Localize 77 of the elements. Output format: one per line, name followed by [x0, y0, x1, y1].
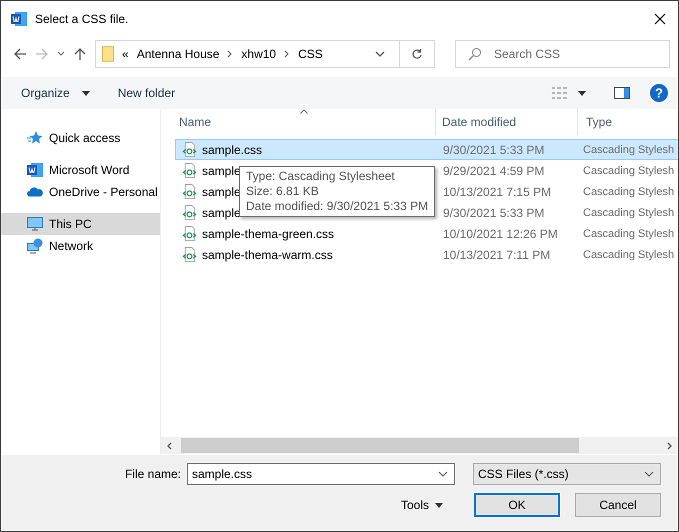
column-header[interactable]: Type: [578, 109, 678, 135]
breadcrumb-item[interactable]: Antenna House: [136, 47, 220, 61]
breadcrumb-item[interactable]: xhw10: [241, 47, 276, 61]
type-cell-text: Cascading Stylesh: [582, 248, 676, 262]
up-arrow-icon[interactable]: [73, 47, 87, 61]
date-cell-text: 10/10/2021 12:26 PM: [442, 226, 559, 242]
type-cell-text: Cascading Stylesh: [582, 184, 676, 200]
file-name-field[interactable]: sample.css: [187, 463, 455, 485]
chevron-icon: [227, 50, 234, 58]
recent-caret-icon[interactable]: [57, 51, 65, 57]
new-folder-button[interactable]: New folder: [118, 86, 176, 100]
css-file-icon: [182, 142, 197, 157]
file-type-dropdown[interactable]: CSS Files (*.css): [473, 463, 661, 485]
date-cell-text: 9/30/2021 5:33 PM: [442, 204, 546, 222]
type-cell-text: Cascading Stylesh: [582, 164, 676, 178]
date-cell-text: 10/13/2021 7:11 PM: [442, 246, 552, 264]
file-name[interactable]: sample-thema-green.css: [202, 226, 334, 240]
caret-icon[interactable]: [578, 90, 586, 96]
dropdown-caret-icon: [644, 471, 654, 477]
scroll-right-icon[interactable]: [667, 442, 673, 450]
file-name-label: File name:: [124, 467, 181, 481]
sidebar-item[interactable]: Microsoft Word: [1, 159, 160, 181]
ok-button[interactable]: OK: [474, 493, 560, 517]
scroll-left-icon[interactable]: [166, 442, 172, 450]
search-field[interactable]: Search CSS: [455, 40, 670, 68]
file-name[interactable]: sample: [202, 206, 241, 220]
css-file-icon: [182, 163, 197, 178]
sort-caret-icon: [300, 109, 308, 114]
date-cell-text: 10/13/2021 7:15 PM: [442, 184, 552, 200]
search-input[interactable]: Search CSS: [492, 46, 646, 62]
search-icon: [468, 47, 482, 61]
type-cell-text: Cascading Stylesh: [582, 206, 676, 220]
close-icon[interactable]: [654, 13, 666, 25]
word-app-icon: [11, 11, 27, 27]
column-header[interactable]: Name: [161, 109, 436, 135]
sidebar-item[interactable]: Network: [1, 235, 160, 257]
dropdown-caret-icon[interactable]: [438, 471, 448, 477]
file-name[interactable]: sample-thema-warm.css: [202, 248, 333, 262]
back-arrow-icon[interactable]: [13, 47, 27, 61]
sidebar-item[interactable]: Quick access: [1, 127, 160, 149]
preview-pane-icon[interactable]: [614, 87, 630, 99]
organize-menu[interactable]: Organize: [21, 86, 90, 100]
network-icon: [27, 238, 43, 254]
column-header[interactable]: Date modified: [436, 109, 578, 135]
caret-icon: [435, 502, 443, 508]
word-icon: [27, 162, 43, 178]
date-cell-text: 9/30/2021 5:33 PM: [442, 142, 546, 158]
selected-file-row[interactable]: sample.css 9/30/2021 5:33 PM Cascading Stylesh: [175, 139, 678, 160]
address-bar[interactable]: « Antenna House xhw10 CSS: [95, 40, 435, 68]
type-cell-text: Cascading Stylesh: [582, 142, 676, 158]
sidebar-item[interactable]: This PC: [1, 213, 160, 235]
file-name[interactable]: sample: [202, 164, 241, 178]
cancel-button[interactable]: Cancel: [575, 493, 661, 517]
view-options-icon[interactable]: [552, 87, 568, 99]
type-cell-text: Cascading Stylesh: [582, 226, 676, 242]
chevron-icon: [284, 50, 290, 58]
refresh-icon: [411, 48, 423, 60]
css-file-icon: [182, 184, 197, 199]
breadcrumb-overflow[interactable]: «: [122, 47, 129, 61]
css-file-icon: [182, 247, 197, 262]
dropdown-caret-icon[interactable]: [375, 51, 385, 57]
breadcrumb-item[interactable]: CSS: [298, 47, 323, 61]
help-icon[interactable]: ?: [650, 84, 668, 102]
star-icon: [27, 130, 43, 146]
folder-icon: [102, 46, 114, 62]
monitor-icon: [27, 216, 43, 232]
css-file-icon: [182, 205, 197, 220]
file-name[interactable]: sample.css: [202, 142, 262, 156]
horizontal-scrollbar[interactable]: [161, 437, 678, 454]
sidebar-item[interactable]: OneDrive - Personal: [1, 181, 160, 203]
css-file-icon: [182, 226, 197, 241]
date-cell-text: 9/29/2021 4:59 PM: [442, 162, 546, 180]
file-name[interactable]: sample: [202, 184, 241, 198]
file-tooltip: Type: Cascading Stylesheet Size: 6.81 KB Date modified: 9/30/2021 5:33 PM: [239, 166, 436, 217]
tools-menu[interactable]: Tools: [400, 498, 443, 512]
window-title: Select a CSS file.: [35, 12, 130, 26]
caret-icon: [82, 90, 90, 96]
